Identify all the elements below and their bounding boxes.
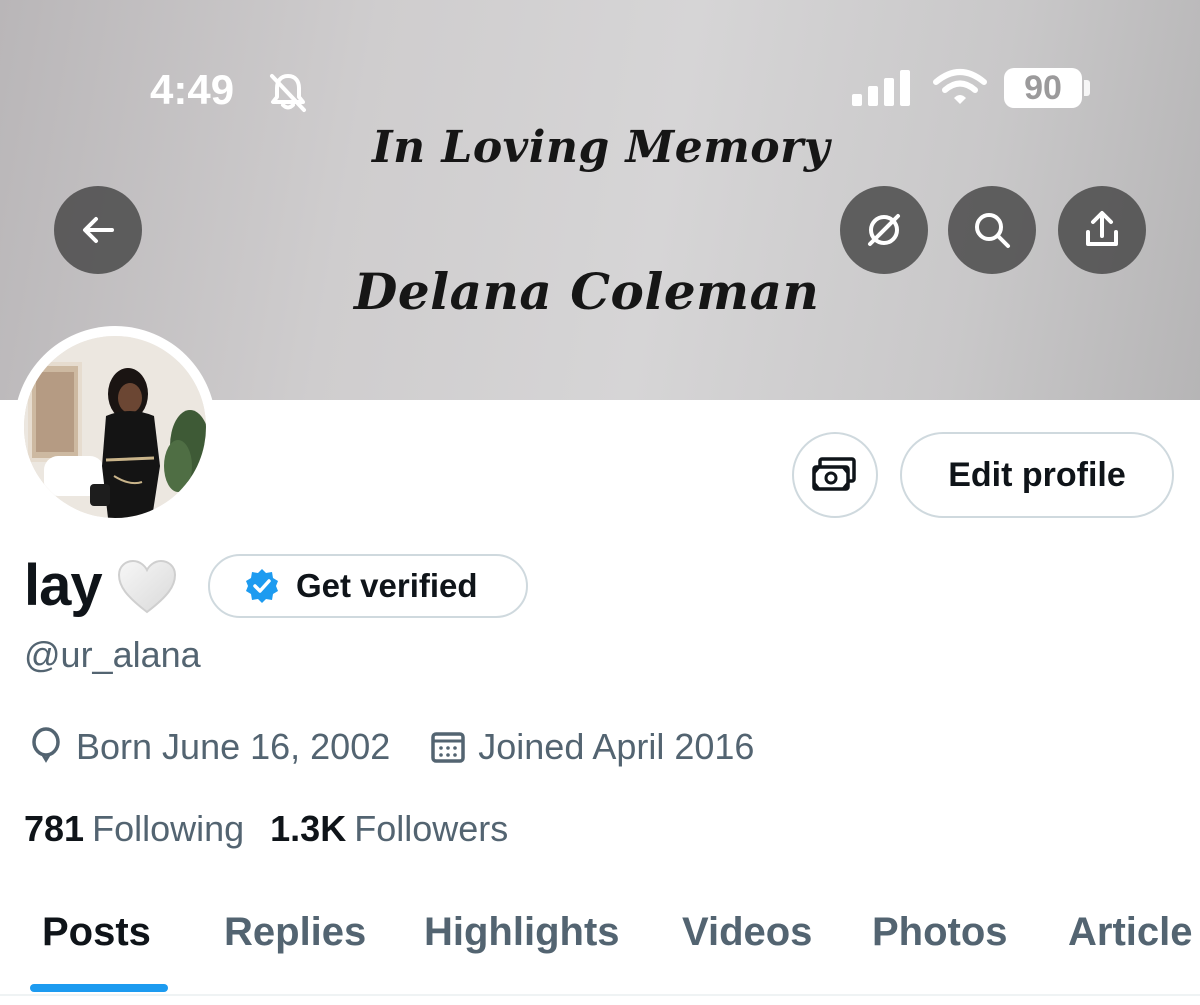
tab-articles[interactable]: Article — [1068, 910, 1193, 955]
profile-banner[interactable]: In Loving Memory Delana Coleman 4:49 90 — [0, 0, 1200, 400]
birthday-item: Born June 16, 2002 — [28, 726, 390, 768]
followers-count: 1.3K — [270, 808, 347, 849]
following-link[interactable]: 781 Following — [24, 808, 244, 850]
search-icon — [975, 213, 1010, 248]
share-button[interactable] — [1058, 186, 1146, 274]
back-button[interactable] — [54, 186, 142, 274]
bell-muted-icon — [270, 74, 306, 112]
get-verified-label: Get verified — [296, 567, 478, 604]
follow-stats: 781 Following 1.3K Followers — [24, 808, 534, 850]
following-label: Following — [92, 808, 245, 849]
avatar-photo — [24, 336, 206, 518]
active-tab-indicator — [30, 984, 168, 992]
tab-posts[interactable]: Posts — [42, 910, 151, 955]
get-verified-button[interactable]: Get verified — [208, 554, 528, 618]
tabs-divider — [0, 994, 1200, 996]
grok-button[interactable] — [840, 186, 928, 274]
grok-icon — [868, 214, 900, 246]
cellular-signal-icon — [852, 70, 910, 106]
status-time: 4:49 — [150, 66, 235, 113]
calendar-icon — [431, 732, 465, 763]
birthday-text: Born June 16, 2002 — [76, 726, 391, 767]
battery-tip — [1084, 80, 1090, 96]
profile-meta: Born June 16, 2002 Joined April 2016 — [28, 726, 794, 768]
search-button[interactable] — [948, 186, 1036, 274]
followers-label: Followers — [354, 808, 509, 849]
wifi-icon — [933, 69, 987, 104]
share-icon — [1086, 211, 1118, 246]
tab-replies[interactable]: Replies — [224, 910, 366, 955]
money-icon — [812, 457, 856, 491]
battery-indicator: 90 — [1004, 68, 1082, 108]
tab-highlights[interactable]: Highlights — [424, 910, 620, 955]
tips-button[interactable] — [792, 432, 878, 518]
balloon-icon — [32, 727, 60, 763]
banner-text-line1: In Loving Memory — [372, 122, 830, 173]
back-arrow-icon — [83, 217, 114, 243]
followers-link[interactable]: 1.3K Followers — [270, 808, 508, 850]
edit-profile-button[interactable]: Edit profile — [900, 432, 1174, 518]
user-handle: @ur_alana — [24, 634, 201, 675]
verified-badge-icon — [246, 569, 278, 603]
joined-item: Joined April 2016 — [430, 726, 754, 768]
profile-tabs: Posts Replies Highlights Videos Photos A… — [0, 900, 1200, 996]
tab-videos[interactable]: Videos — [682, 910, 812, 955]
following-count: 781 — [24, 808, 85, 849]
tab-photos[interactable]: Photos — [872, 910, 1008, 955]
white-heart-icon — [117, 559, 177, 614]
display-name: lay — [24, 553, 103, 618]
joined-text: Joined April 2016 — [478, 726, 755, 767]
avatar[interactable] — [24, 336, 206, 518]
banner-text-line2: Delana Coleman — [354, 262, 820, 321]
